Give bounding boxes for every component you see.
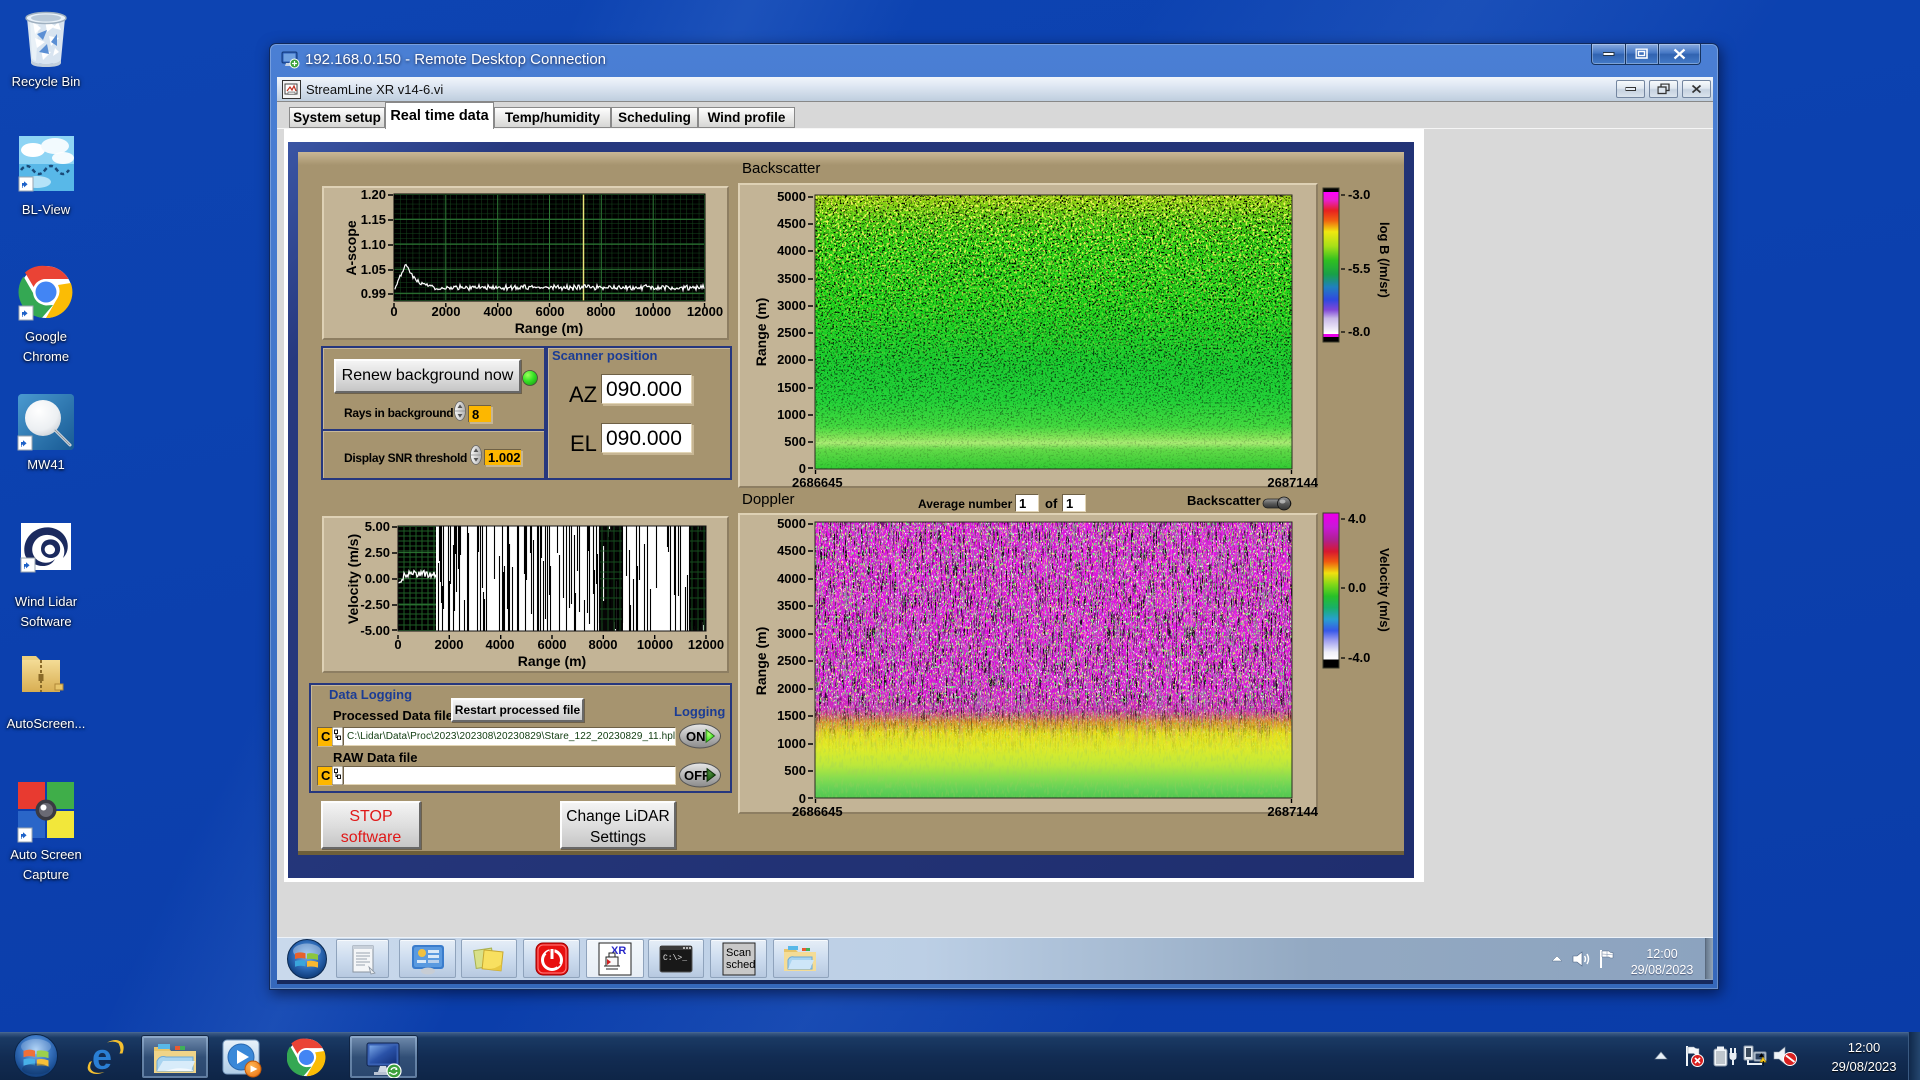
svg-text:4.0: 4.0 [1348, 511, 1366, 526]
svg-text:4500: 4500 [777, 543, 806, 558]
svg-text:Range (m): Range (m) [518, 653, 586, 669]
svg-text:5000: 5000 [777, 189, 806, 204]
svg-text:2686645: 2686645 [792, 804, 843, 818]
svg-text:4000: 4000 [486, 637, 515, 652]
svg-text:5000: 5000 [777, 516, 806, 531]
svg-text:3500: 3500 [777, 271, 806, 286]
svg-text:2500: 2500 [777, 653, 806, 668]
svg-text:2000: 2000 [777, 681, 806, 696]
svg-text:0.0: 0.0 [1348, 580, 1366, 595]
svg-text:-5.5: -5.5 [1348, 261, 1370, 276]
svg-text:3000: 3000 [777, 626, 806, 641]
svg-text:500: 500 [784, 434, 806, 449]
svg-text:ON: ON [686, 729, 706, 744]
svg-text:A-scope: A-scope [343, 220, 359, 275]
svg-text:1500: 1500 [777, 380, 806, 395]
svg-text:!: ! [1762, 1061, 1764, 1068]
svg-text:OFF: OFF [684, 768, 710, 783]
svg-text:-4.0: -4.0 [1348, 650, 1370, 665]
svg-text:2687144: 2687144 [1267, 804, 1318, 818]
svg-text:1000: 1000 [777, 736, 806, 751]
svg-text:8000: 8000 [589, 637, 618, 652]
svg-text:Range (m): Range (m) [753, 627, 769, 695]
svg-text:0: 0 [394, 637, 401, 652]
svg-text:2686645: 2686645 [792, 475, 843, 488]
svg-text:-5.00: -5.00 [360, 623, 390, 638]
svg-text:C:\>_: C:\>_ [663, 954, 687, 963]
svg-text:6000: 6000 [538, 637, 567, 652]
svg-text:1000: 1000 [777, 407, 806, 422]
svg-text:Range (m): Range (m) [515, 320, 583, 336]
svg-text:sched: sched [726, 959, 755, 971]
svg-text:Range (m): Range (m) [753, 298, 769, 366]
svg-text:4000: 4000 [777, 571, 806, 586]
svg-text:0.00: 0.00 [365, 571, 390, 586]
svg-text:-3.0: -3.0 [1348, 187, 1370, 202]
svg-text:500: 500 [784, 763, 806, 778]
svg-text:Scan: Scan [726, 947, 751, 959]
svg-text:5.00: 5.00 [365, 519, 390, 534]
svg-text:1.10: 1.10 [361, 237, 386, 252]
svg-text:2000: 2000 [435, 637, 464, 652]
svg-text:-8.0: -8.0 [1348, 324, 1370, 339]
svg-text:4500: 4500 [777, 216, 806, 231]
svg-text:3000: 3000 [777, 298, 806, 313]
svg-text:10000: 10000 [637, 637, 673, 652]
svg-text:2687144: 2687144 [1267, 475, 1318, 488]
svg-text:4000: 4000 [777, 243, 806, 258]
svg-text:12000: 12000 [688, 637, 724, 652]
svg-text:2500: 2500 [777, 325, 806, 340]
svg-text:Velocity (m/s): Velocity (m/s) [345, 534, 361, 624]
svg-text:1.15: 1.15 [361, 212, 386, 227]
svg-text:0.99: 0.99 [361, 286, 386, 301]
svg-text:0: 0 [799, 461, 806, 476]
svg-text:1.20: 1.20 [361, 187, 386, 202]
svg-text:2.50: 2.50 [365, 545, 390, 560]
svg-text:1500: 1500 [777, 708, 806, 723]
svg-text:e: e [92, 1036, 112, 1077]
svg-text:2000: 2000 [777, 352, 806, 367]
svg-text:-2.50: -2.50 [360, 597, 390, 612]
svg-text:1.05: 1.05 [361, 262, 386, 277]
svg-text:3500: 3500 [777, 598, 806, 613]
